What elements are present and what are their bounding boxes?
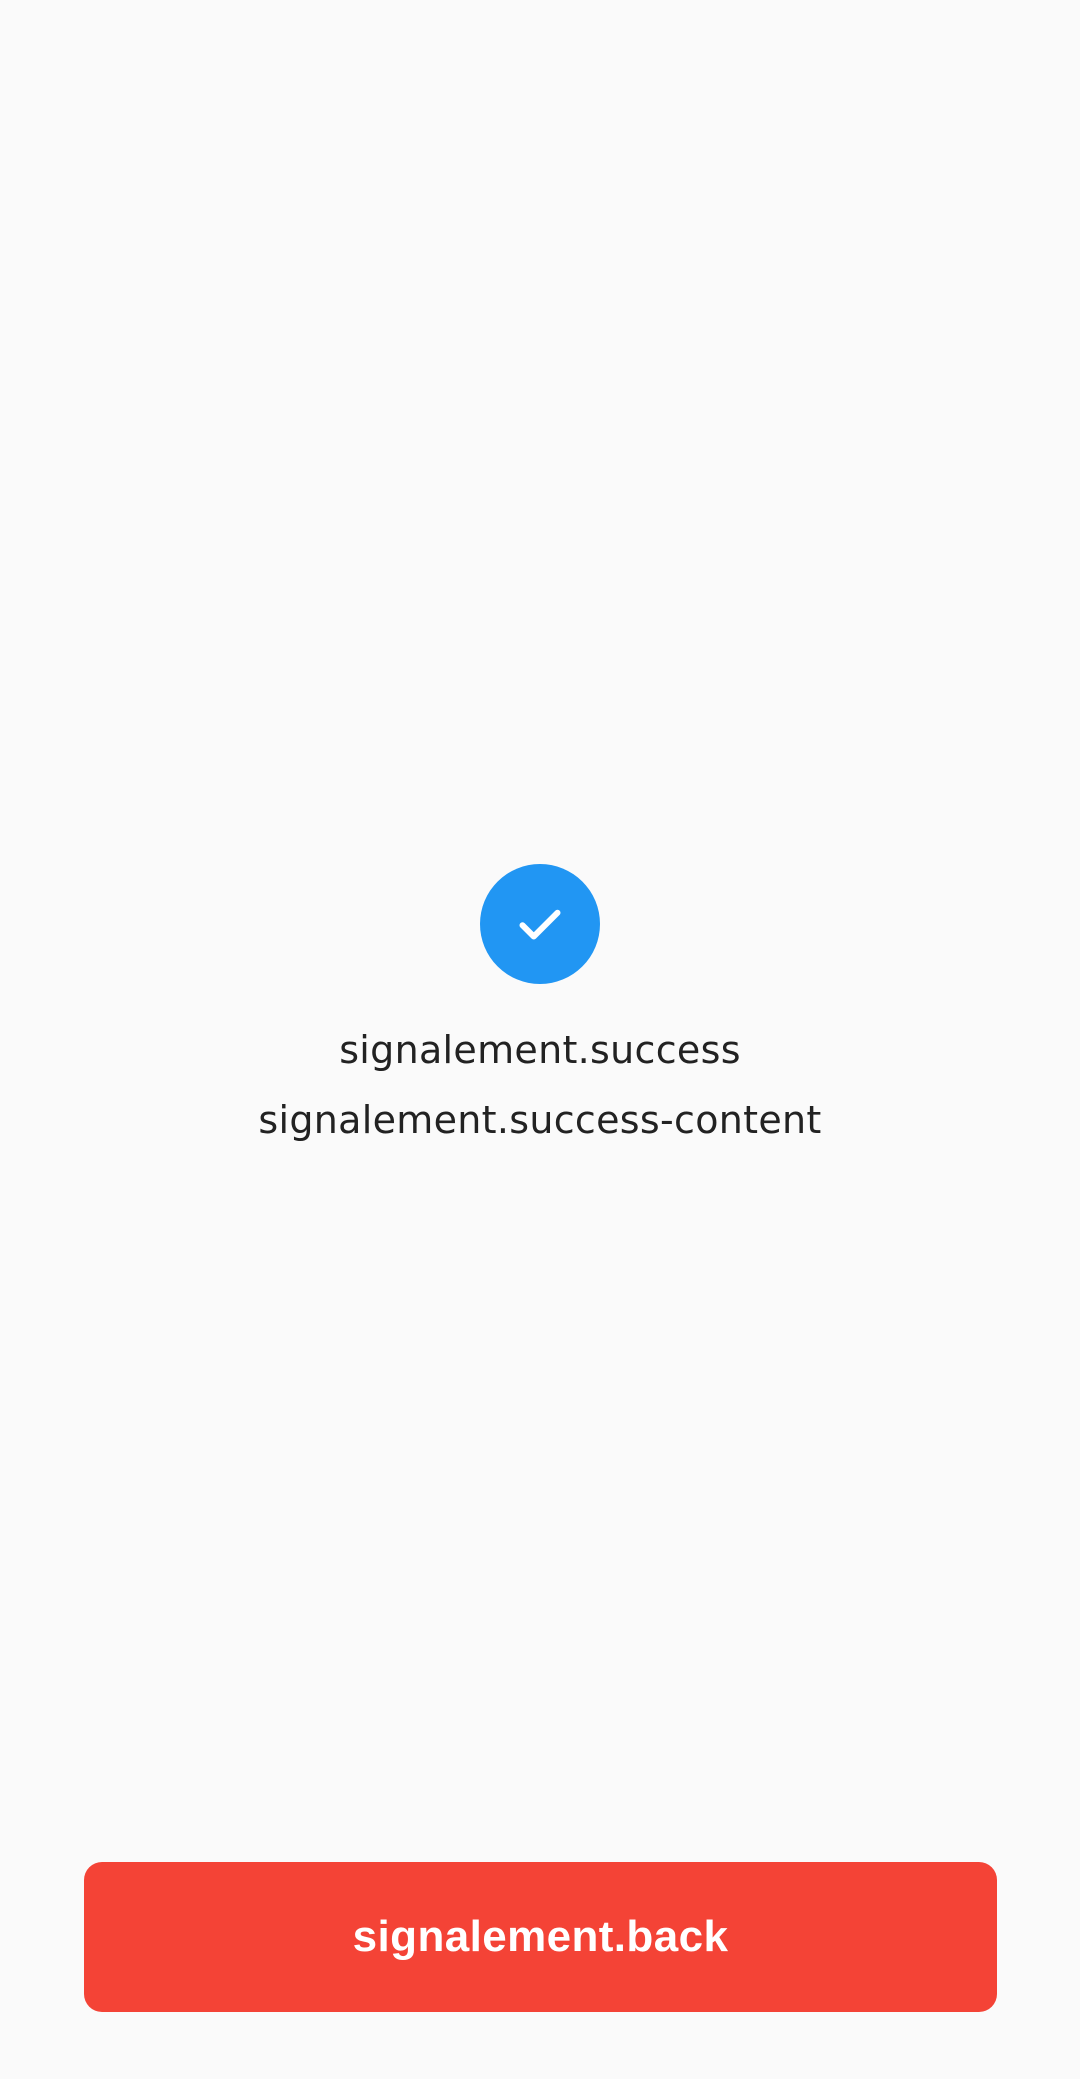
success-content: signalement.success-content	[258, 1098, 822, 1142]
check-circle-icon	[480, 864, 600, 984]
success-screen: signalement.success signalement.success-…	[0, 0, 1080, 2079]
checkmark-icon	[519, 909, 561, 940]
back-button[interactable]: signalement.back	[84, 1862, 997, 2012]
back-button-label: signalement.back	[352, 1912, 729, 1961]
success-message: signalement.success signalement.success-…	[0, 864, 1080, 1146]
success-title: signalement.success	[339, 1028, 741, 1072]
